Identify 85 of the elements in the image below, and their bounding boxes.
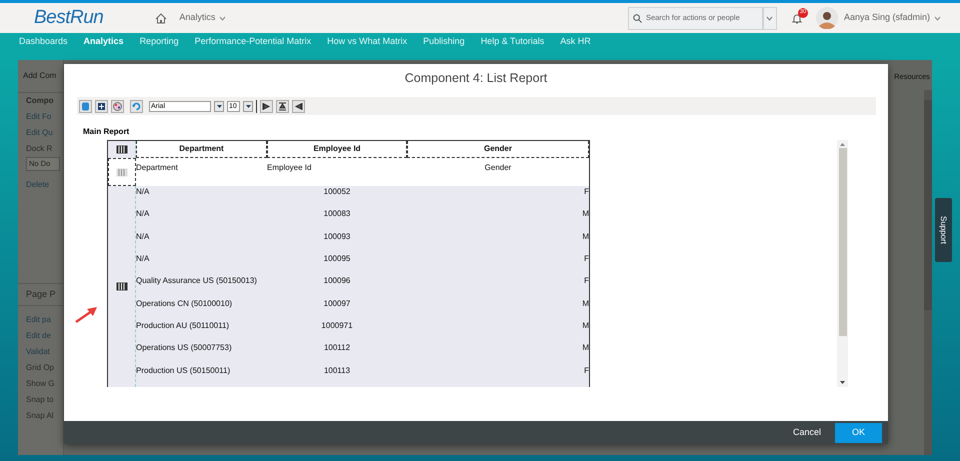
scrollbar[interactable] [924,90,932,455]
home-icon [155,12,168,24]
bell-icon[interactable] [792,12,802,24]
table-cell: M [582,321,589,330]
pointer-arrow [74,306,98,324]
support-tab[interactable]: Support [935,198,952,262]
column-label: Department [136,163,178,172]
panel-label: Grid Op [25,362,56,374]
panel-label: Show G [25,378,56,390]
table-cell: N/A [136,187,150,196]
table-cell: N/A [136,232,150,241]
caret-icon [246,104,250,108]
panel-link[interactable]: Edit de [18,328,63,344]
table-cell: 1000971 [321,321,353,330]
column-header: Gender [407,141,589,158]
table-cell: 100112 [324,343,350,352]
ok-button[interactable]: OK [835,422,882,442]
panel-label: Snap Al [25,410,55,422]
table-cell: 100083 [324,209,350,218]
dialog-title: Component 4: List Report [404,70,548,87]
nav-tab[interactable]: Performance-Potential Matrix [194,34,312,48]
panel-link[interactable]: Validat [18,344,63,360]
label-band-icon [116,168,128,176]
column-label: Gender [484,163,512,172]
caret-icon [840,381,845,384]
dropdown-button[interactable] [214,100,224,112]
panel-label: Snap to [25,394,55,406]
chevron-icon [934,16,941,20]
user-menu[interactable]: Aanya Sing (sfadmin) [844,11,941,25]
panel-label: Dock R [25,143,54,155]
nav-tab[interactable]: Publishing [423,34,465,48]
nav-tab[interactable]: Help & Tutorials [480,34,544,48]
table-cell: Operations CN (50100010) [136,298,232,308]
insert-icon[interactable] [95,100,108,112]
nav-tab[interactable]: Analytics [84,34,124,48]
panel-link[interactable]: Edit pa [18,312,63,328]
column-label: Employee Id [267,163,312,172]
panel-link[interactable]: Edit Fo [18,109,63,125]
nav-tab[interactable]: Reporting [140,34,179,48]
caret-icon [216,104,222,108]
chevron-icon [219,16,226,20]
table-cell: N/A [136,209,150,218]
detail-band-icon [116,282,128,291]
cancel-button[interactable]: Cancel [792,426,821,440]
logo[interactable]: BestRun [34,4,104,32]
header-band-icon [116,145,128,154]
panel-heading: Compo [25,95,55,107]
avatar-icon [816,7,838,29]
column-header: Department [136,141,267,158]
caret-icon [840,143,845,146]
table-cell: M [582,232,589,241]
nav-tab[interactable]: How vs What Matrix [327,34,408,48]
table-cell: M [582,343,589,352]
table-cell: M [582,209,589,218]
palette-icon[interactable] [111,100,124,112]
table-cell: 100113 [324,366,350,375]
table-cell: 100097 [324,298,350,308]
panel-link[interactable]: Edit Qu [18,125,63,141]
table-cell: Quality Assurance US (50150013) [136,276,257,286]
table-cell: N/A [136,254,150,263]
section-header: Page P [18,283,63,306]
table-cell: 100052 [324,187,350,196]
table-cell: F [584,276,589,286]
scrollbar[interactable] [837,140,848,387]
report-title: Main Report [83,126,130,138]
panel-link[interactable]: Delete [18,177,63,193]
search-icon [632,14,642,22]
table-cell: F [584,366,589,375]
table-cell: F [584,254,589,263]
refresh-icon[interactable] [130,100,143,112]
table-cell: 100096 [324,276,350,286]
panel-header: Add Com [18,60,63,93]
table-cell: 100095 [324,254,350,263]
table-cell: Operations US (50007753) [136,343,232,352]
table-cell: F [584,187,589,196]
table-cell: M [582,298,589,308]
dropdown-button[interactable] [243,100,253,112]
table-cell: Production US (50150011) [136,366,230,375]
table-cell: Production AU (50110011) [136,321,230,330]
table-cell: 100093 [324,232,350,241]
nav-tab[interactable]: Ask HR [560,34,591,48]
nav-tab[interactable]: Dashboards [19,34,68,48]
chevron-icon [766,16,774,20]
column-header: Employee Id [267,141,407,158]
app-menu[interactable]: Analytics [179,11,226,25]
